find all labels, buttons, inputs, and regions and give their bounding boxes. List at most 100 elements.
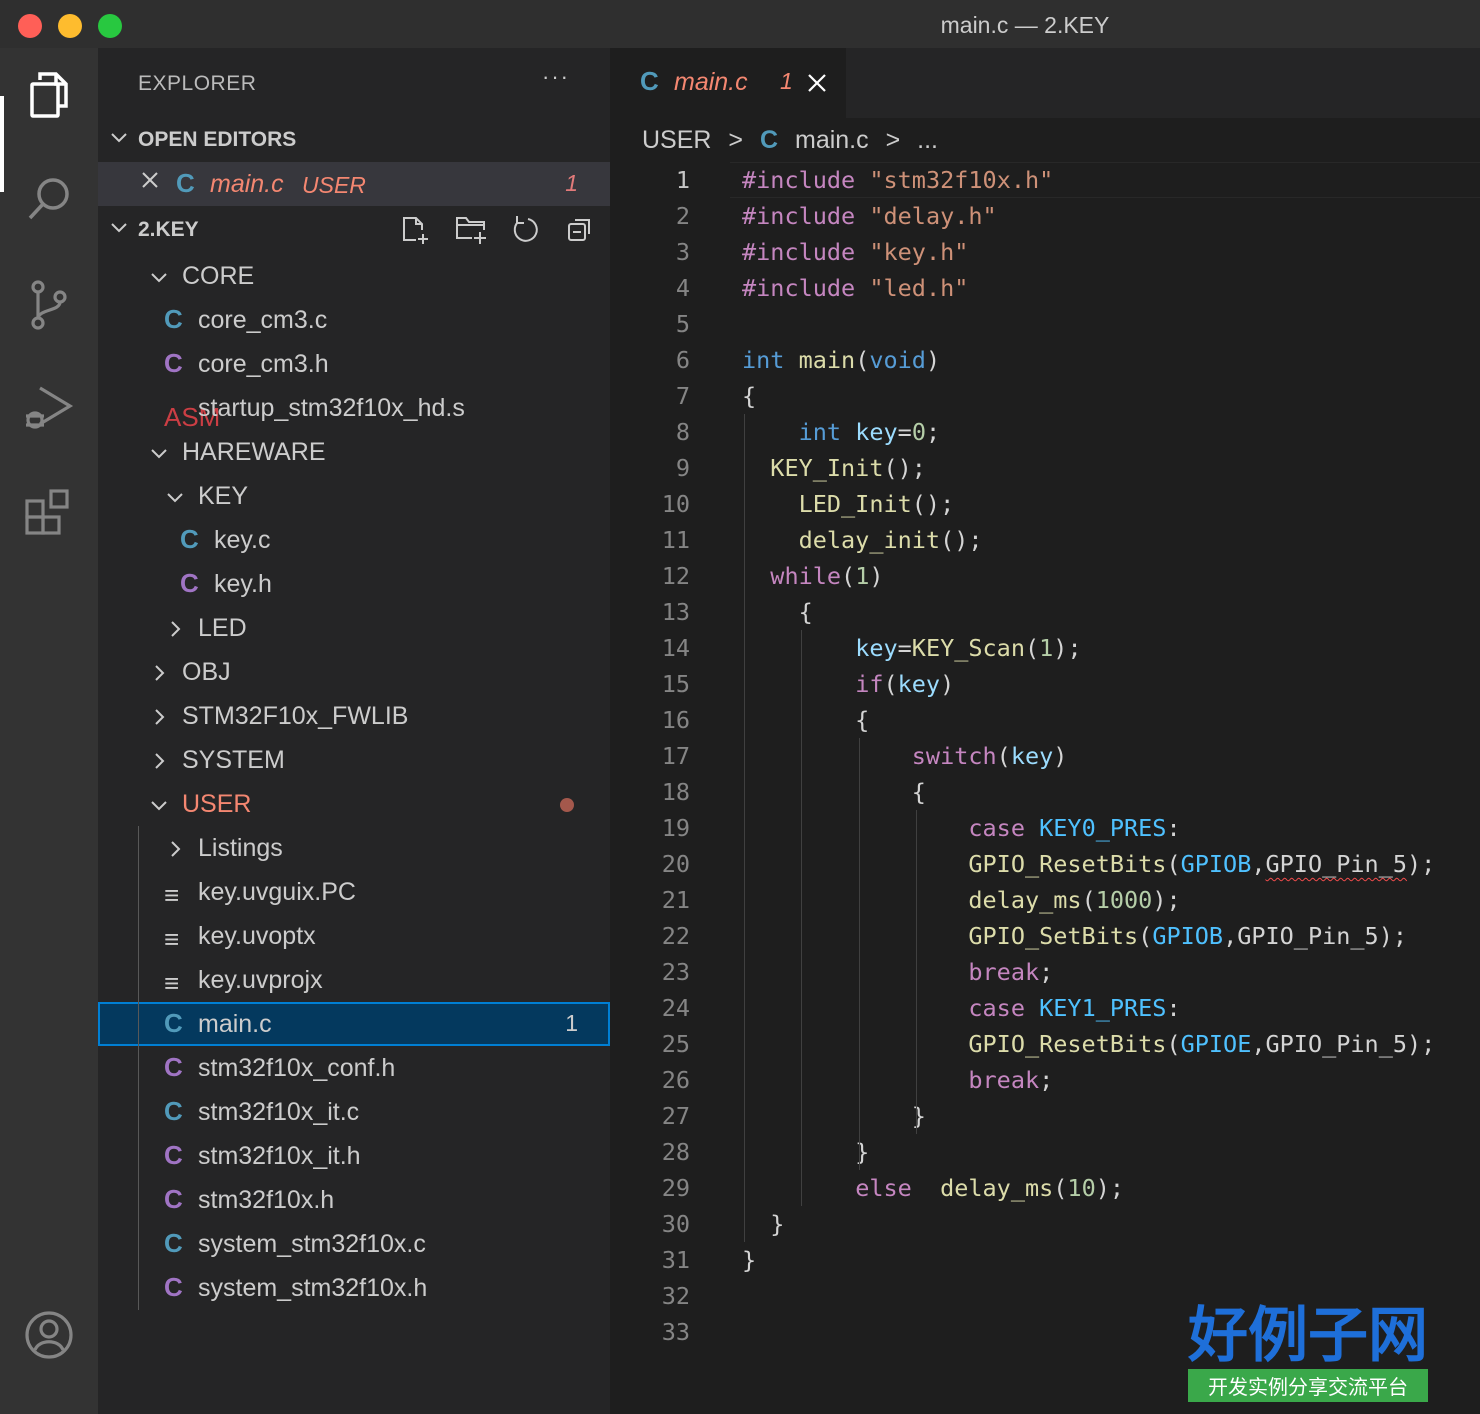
explorer-icon[interactable] bbox=[20, 66, 78, 124]
file-item[interactable]: ≡ key.uvguix.PC bbox=[98, 870, 610, 914]
file-label: key.uvguix.PC bbox=[198, 878, 356, 906]
c-file-icon: C bbox=[164, 1008, 183, 1038]
tab-main-c[interactable]: C main.c 1 bbox=[610, 48, 846, 118]
file-item[interactable]: Cstm32f10x.h bbox=[98, 1178, 610, 1222]
modified-dot-icon bbox=[560, 798, 574, 812]
folder-item[interactable]: Listings bbox=[98, 826, 610, 870]
refresh-icon[interactable] bbox=[510, 214, 540, 252]
line-number: 8 bbox=[675, 418, 690, 446]
file-item[interactable]: Ckey.h bbox=[98, 562, 610, 606]
folder-item[interactable]: LED bbox=[98, 606, 610, 650]
code-line[interactable]: GPIO_SetBits(GPIOB,GPIO_Pin_5); bbox=[742, 918, 1407, 954]
folder-item[interactable]: USER bbox=[98, 782, 610, 826]
code-line[interactable]: case KEY1_PRES: bbox=[742, 990, 1180, 1026]
folder-label: HAREWARE bbox=[182, 438, 326, 466]
line-number: 23 bbox=[661, 958, 690, 986]
c-file-icon: C bbox=[640, 66, 659, 96]
tab-filename: main.c bbox=[674, 68, 748, 96]
new-folder-icon[interactable] bbox=[454, 214, 488, 252]
folder-label: OBJ bbox=[182, 658, 231, 686]
run-debug-icon[interactable] bbox=[20, 378, 78, 436]
file-item[interactable]: Csystem_stm32f10x.h bbox=[98, 1266, 610, 1310]
file-item[interactable]: Cstm32f10x_it.h bbox=[98, 1134, 610, 1178]
workspace-header[interactable]: 2.KEY bbox=[98, 210, 610, 250]
extensions-icon[interactable] bbox=[20, 484, 78, 542]
file-item[interactable]: Ckey.c bbox=[98, 518, 610, 562]
code-line[interactable]: key=KEY_Scan(1); bbox=[742, 630, 1081, 666]
folder-item[interactable]: HAREWARE bbox=[98, 430, 610, 474]
c-file-icon: C bbox=[164, 1272, 183, 1302]
line-number: 33 bbox=[661, 1318, 690, 1346]
breadcrumb-symbol[interactable]: ... bbox=[917, 126, 938, 154]
code-line[interactable]: } bbox=[742, 1098, 926, 1134]
file-item[interactable]: Ccore_cm3.c bbox=[98, 298, 610, 342]
code-line[interactable]: if(key) bbox=[742, 666, 954, 702]
close-icon[interactable] bbox=[140, 166, 160, 197]
line-number: 9 bbox=[675, 454, 690, 482]
folder-item[interactable]: SYSTEM bbox=[98, 738, 610, 782]
code-line[interactable]: LED_Init(); bbox=[742, 486, 955, 522]
file-item[interactable]: ≡ key.uvprojx bbox=[98, 958, 610, 1002]
code-line[interactable]: GPIO_ResetBits(GPIOB,GPIO_Pin_5); bbox=[742, 846, 1435, 882]
line-number: 18 bbox=[661, 778, 690, 806]
code-line[interactable]: { bbox=[742, 378, 756, 414]
code-line[interactable]: } bbox=[742, 1242, 756, 1278]
indent-guide bbox=[916, 810, 917, 1134]
file-item[interactable]: Cstm32f10x_conf.h bbox=[98, 1046, 610, 1090]
file-label: core_cm3.c bbox=[198, 306, 328, 334]
open-editors-header[interactable]: OPEN EDITORS bbox=[98, 120, 610, 160]
account-icon[interactable] bbox=[20, 1306, 78, 1364]
chevron-down-icon bbox=[164, 486, 186, 515]
c-file-icon: C bbox=[164, 1228, 183, 1258]
code-line[interactable]: #include "delay.h" bbox=[742, 198, 997, 234]
code-line[interactable]: { bbox=[742, 594, 813, 630]
code-line[interactable]: #include "stm32f10x.h" bbox=[742, 162, 1053, 198]
folder-label: LED bbox=[198, 614, 247, 642]
source-control-icon[interactable] bbox=[20, 276, 78, 334]
file-item[interactable]: Csystem_stm32f10x.c bbox=[98, 1222, 610, 1266]
file-item[interactable]: Cmain.c 1 bbox=[98, 1002, 610, 1046]
code-line[interactable]: KEY_Init(); bbox=[742, 450, 926, 486]
folder-item[interactable]: OBJ bbox=[98, 650, 610, 694]
collapse-all-icon[interactable] bbox=[566, 214, 596, 252]
code-line[interactable]: else delay_ms(10); bbox=[742, 1170, 1124, 1206]
code-line[interactable]: break; bbox=[742, 1062, 1053, 1098]
file-item[interactable]: ≡ key.uvoptx bbox=[98, 914, 610, 958]
code-line[interactable]: while(1) bbox=[742, 558, 883, 594]
code-line[interactable]: GPIO_ResetBits(GPIOE,GPIO_Pin_5); bbox=[742, 1026, 1435, 1062]
breadcrumb-file[interactable]: main.c bbox=[795, 126, 869, 154]
open-editor-filename: main.c bbox=[210, 170, 284, 198]
line-number: 13 bbox=[661, 598, 690, 626]
breadcrumb-folder[interactable]: USER bbox=[642, 126, 711, 154]
folder-item[interactable]: KEY bbox=[98, 474, 610, 518]
file-item[interactable]: Cstm32f10x_it.c bbox=[98, 1090, 610, 1134]
more-actions-icon[interactable]: ··· bbox=[542, 64, 570, 90]
code-line[interactable]: break; bbox=[742, 954, 1053, 990]
folder-item[interactable]: CORE bbox=[98, 254, 610, 298]
line-number: 20 bbox=[661, 850, 690, 878]
code-line[interactable]: int main(void) bbox=[742, 342, 940, 378]
close-icon[interactable] bbox=[806, 72, 828, 99]
code-line[interactable]: { bbox=[742, 774, 926, 810]
file-item[interactable]: Ccore_cm3.h bbox=[98, 342, 610, 386]
code-line[interactable]: { bbox=[742, 702, 869, 738]
code-line[interactable]: switch(key) bbox=[742, 738, 1068, 774]
new-file-icon[interactable] bbox=[400, 214, 430, 252]
code-line[interactable]: #include "led.h" bbox=[742, 270, 968, 306]
code-line[interactable]: } bbox=[742, 1134, 869, 1170]
chevron-right-icon: > bbox=[728, 126, 744, 154]
code-line[interactable]: #include "key.h" bbox=[742, 234, 968, 270]
line-number: 21 bbox=[661, 886, 690, 914]
code-line[interactable]: case KEY0_PRES: bbox=[742, 810, 1180, 846]
search-icon[interactable] bbox=[20, 170, 78, 228]
code-line[interactable]: delay_ms(1000); bbox=[742, 882, 1180, 918]
folder-label: Listings bbox=[198, 834, 283, 862]
open-editor-item[interactable]: C main.c USER 1 bbox=[98, 162, 610, 206]
code-line[interactable]: delay_init(); bbox=[742, 522, 983, 558]
folder-item[interactable]: STM32F10x_FWLIB bbox=[98, 694, 610, 738]
watermark-subtitle: 开发实例分享交流平台 bbox=[1188, 1369, 1428, 1402]
tab-bar: C main.c 1 bbox=[610, 48, 1480, 118]
file-item[interactable]: ASM startup_stm32f10x_hd.s bbox=[98, 386, 610, 432]
code-line[interactable]: int key=0; bbox=[742, 414, 941, 450]
code-line[interactable]: } bbox=[742, 1206, 784, 1242]
